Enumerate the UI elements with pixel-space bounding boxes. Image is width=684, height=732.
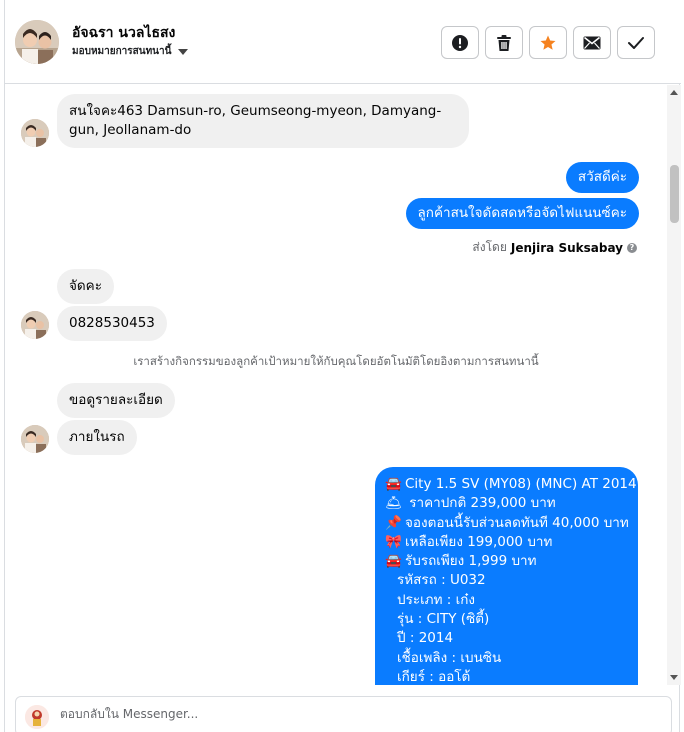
envelope-icon	[583, 36, 601, 49]
conversation-header: อัจฉรา นวลไธสง มอบหมายการสนทนานี้	[5, 0, 681, 84]
card-line: เชื้อเพลิง : เบนซิน	[397, 649, 502, 666]
contact-avatar-small	[21, 311, 49, 339]
card-line: 🎀 เหลือเพียง 199,000 บาท	[385, 533, 628, 552]
card-line: รหัสรถ : U032	[397, 572, 486, 589]
contact-avatar-small	[21, 119, 49, 147]
sent-by-label: ส่งโดย Jenjira Suksabay ?	[472, 238, 637, 257]
pin-emoji-icon: 📌	[385, 514, 402, 531]
incoming-message[interactable]: สนใจคะ463 Damsun-ro, Geumseong-myeon, Da…	[57, 94, 469, 148]
message-thread[interactable]: สนใจคะ463 Damsun-ro, Geumseong-myeon, Da…	[5, 85, 667, 685]
alert-icon	[452, 34, 468, 51]
thread-scrollbar[interactable]	[667, 85, 681, 685]
contact-avatar[interactable]	[15, 20, 59, 64]
system-notice: เราสร้างกิจกรรมของลูกค้าเป้าหมายให้กับคุ…	[133, 354, 539, 368]
contact-avatar-small	[21, 425, 49, 453]
card-line: รุ่น : CITY (ซิตี้)	[397, 611, 490, 628]
contact-name[interactable]: อัจฉรา นวลไธสง	[72, 22, 175, 44]
incoming-message[interactable]: จัดคะ	[57, 269, 114, 304]
assign-label: มอบหมายการสนทนานี้	[72, 46, 172, 57]
incoming-message[interactable]: 0828530453	[57, 306, 167, 341]
card-line: 🚘 รับรถเพียง 1,999 บาท	[385, 552, 628, 571]
outgoing-message[interactable]: ลูกค้าสนใจดัดสดหรือจัดไฟแนนซ์คะ	[405, 198, 639, 229]
scroll-up-arrow-icon[interactable]	[670, 90, 678, 95]
star-button[interactable]	[529, 26, 567, 59]
card-line: ปี : 2014	[397, 630, 454, 647]
mark-unread-button[interactable]	[573, 26, 611, 59]
sent-by-prefix: ส่งโดย	[472, 240, 507, 254]
car-emoji-icon: 🚘	[385, 553, 402, 570]
mark-done-button[interactable]	[617, 26, 655, 59]
bell-emoji-icon: 🛎	[385, 495, 403, 512]
outgoing-car-listing-message[interactable]: 🚘 City 1.5 SV (MY08) (MNC) AT 2014 🛎 ราคา…	[375, 467, 638, 685]
scrollbar-thumb[interactable]	[670, 165, 679, 223]
check-icon	[628, 36, 644, 49]
delete-button[interactable]	[485, 26, 523, 59]
card-line: ประเภท : เก๋ง	[397, 591, 475, 608]
ribbon-emoji-icon: 🎀	[385, 533, 402, 550]
card-line: 📌 จองตอนนี้รับส่วนลดทันที 40,000 บาท	[385, 514, 629, 533]
report-button[interactable]	[441, 26, 479, 59]
caret-down-icon	[178, 48, 189, 55]
incoming-message[interactable]: ภายในรถ	[57, 420, 137, 455]
header-actions	[441, 26, 655, 59]
card-line: เกียร์ : ออโต้	[397, 668, 471, 685]
scroll-down-arrow-icon[interactable]	[670, 675, 678, 680]
car-emoji-icon: 🚘	[385, 476, 402, 492]
star-icon	[540, 35, 556, 50]
card-line: 🛎 ราคาปกติ 239,000 บาท	[385, 494, 628, 513]
help-icon[interactable]: ?	[627, 242, 637, 253]
reply-input[interactable]	[60, 707, 620, 721]
assign-conversation-dropdown[interactable]: มอบหมายการสนทนานี้	[72, 44, 189, 59]
trash-icon	[497, 34, 511, 51]
card-line: 🚘 City 1.5 SV (MY08) (MNC) AT 2014	[385, 475, 637, 494]
incoming-message[interactable]: ขอดูรายละเอียด	[57, 383, 175, 418]
outgoing-message[interactable]: สวัสดีค่ะ	[565, 162, 639, 193]
conversation-window: อัจฉรา นวลไธสง มอบหมายการสนทนานี้ สนใจคะ…	[4, 0, 681, 732]
page-avatar	[25, 705, 49, 729]
sent-by-name[interactable]: Jenjira Suksabay	[511, 241, 623, 255]
reply-composer[interactable]	[15, 696, 672, 732]
